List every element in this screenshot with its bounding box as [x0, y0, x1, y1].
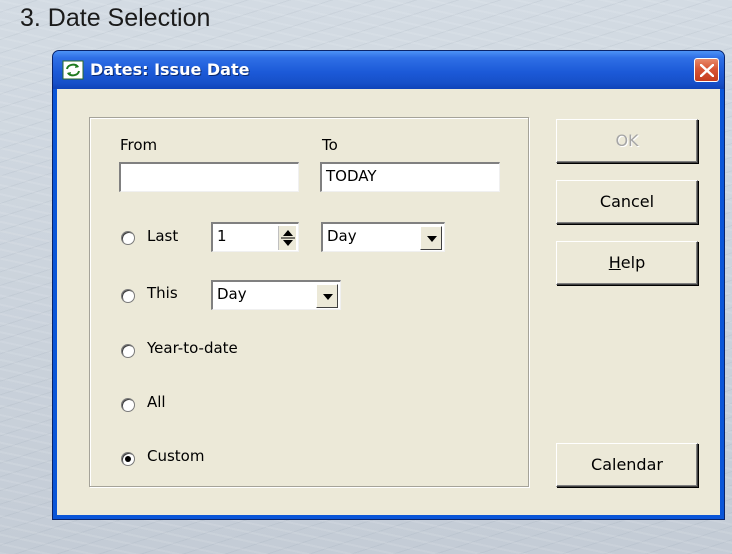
custom-label: Custom [147, 447, 205, 465]
to-label: To [322, 136, 338, 154]
close-button[interactable] [694, 58, 719, 82]
spin-arrows-icon[interactable] [278, 226, 296, 250]
close-icon [700, 64, 714, 77]
ok-button[interactable]: OK [556, 119, 698, 163]
help-button[interactable]: Help [556, 241, 698, 285]
ytd-label: Year-to-date [147, 339, 238, 357]
dialog-title: Dates: Issue Date [90, 60, 250, 79]
last-unit-select[interactable]: Day [321, 222, 445, 252]
from-label: From [120, 136, 158, 154]
this-unit-select[interactable]: Day [211, 280, 341, 310]
help-accelerator: H [608, 253, 621, 272]
to-field[interactable]: TODAY [320, 162, 500, 192]
last-count-stepper[interactable]: 1 [211, 222, 299, 252]
last-radio[interactable] [121, 231, 135, 245]
dates-dialog: Dates: Issue Date From To TODAY Last 1 D… [52, 50, 725, 520]
dialog-client: From To TODAY Last 1 Day This Day Year-t… [57, 89, 720, 515]
slide-title: 3. Date Selection [20, 4, 211, 32]
help-label: elp [620, 253, 646, 272]
ytd-radio[interactable] [121, 344, 135, 358]
from-field[interactable] [119, 162, 299, 192]
chevron-down-icon[interactable] [420, 226, 442, 250]
cancel-button[interactable]: Cancel [556, 180, 698, 224]
dialog-titlebar[interactable]: Dates: Issue Date [53, 51, 724, 89]
this-label: This [147, 284, 178, 302]
refresh-icon [62, 60, 84, 80]
custom-radio[interactable] [121, 452, 135, 466]
calendar-button[interactable]: Calendar [556, 443, 698, 487]
last-unit-value: Day [327, 227, 357, 245]
last-count-value: 1 [217, 227, 227, 245]
last-label: Last [147, 227, 179, 245]
all-radio[interactable] [121, 398, 135, 412]
this-unit-value: Day [217, 285, 247, 303]
chevron-down-icon[interactable] [316, 284, 338, 308]
this-radio[interactable] [121, 289, 135, 303]
all-label: All [147, 393, 166, 411]
date-options-group: From To TODAY Last 1 Day This Day Year-t… [89, 117, 529, 487]
